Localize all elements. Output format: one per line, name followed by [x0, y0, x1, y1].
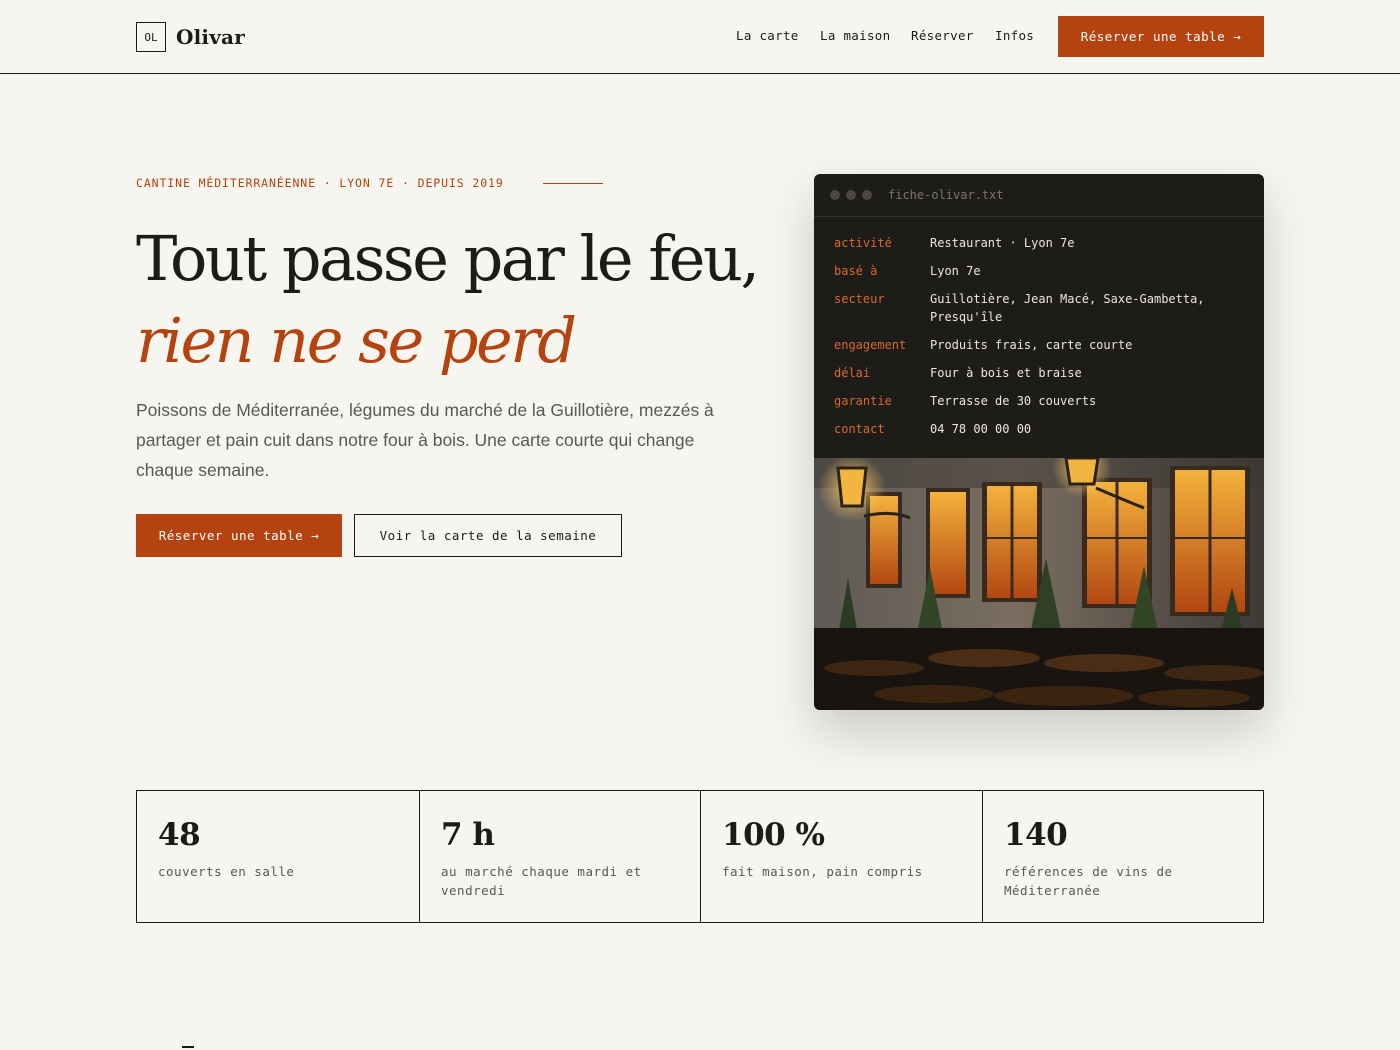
info-value-garantie: Terrasse de 30 couverts	[930, 394, 1097, 408]
stat-label: au marché chaque mardi et vendredi	[441, 864, 642, 898]
restaurant-terrace-photo	[814, 458, 1264, 710]
nav-la-carte[interactable]: La carte	[736, 28, 799, 44]
info-key-garantie: garantie	[834, 394, 892, 408]
nav-reserver[interactable]: Réserver	[911, 28, 974, 44]
stat-label: couverts en salle	[158, 864, 295, 879]
stat-value: 140	[1004, 817, 1068, 853]
stat-label: références de vins de Méditerranée	[1004, 864, 1173, 898]
window-dot-icon	[862, 190, 872, 200]
eyebrow-rule	[543, 183, 603, 184]
site-header: OL Olivar La carte La maison Réserver In…	[0, 0, 1400, 74]
info-value-activite: Restaurant · Lyon 7e	[930, 236, 1075, 250]
window-dot-icon	[846, 190, 856, 200]
info-key-contact: contact	[834, 422, 885, 436]
stat-value: 100 %	[722, 817, 825, 853]
info-value-contact: 04 78 00 00 00	[930, 422, 1032, 436]
info-key-engagement: engagement	[834, 338, 907, 352]
logo-mark[interactable]: OL	[136, 22, 166, 52]
card-filename: fiche-olivar.txt	[888, 188, 1004, 202]
window-dot-icon	[830, 190, 840, 200]
view-menu-button[interactable]: Voir la carte de la semaine	[354, 514, 622, 557]
info-key-secteur: secteur	[834, 292, 885, 306]
restaurant-info-card: fiche-olivar.txt activité Restaurant · L…	[814, 174, 1264, 710]
hero-headline: Tout passe par le feu, rien ne se perd	[136, 218, 776, 382]
info-value-delai: Four à bois et braise	[930, 366, 1082, 380]
card-titlebar: fiche-olivar.txt	[814, 174, 1264, 217]
stat-label: fait maison, pain compris	[722, 864, 923, 879]
stat-value: 48	[158, 817, 201, 853]
info-value-secteur: Guillotière, Jean Macé, Saxe-Gambetta, P…	[930, 292, 1205, 324]
headline-accent: rien ne se perd	[136, 304, 577, 377]
stat-wines: 140 références de vins de Méditerranée	[982, 791, 1263, 922]
info-key-activite: activité	[834, 236, 892, 250]
nav-infos[interactable]: Infos	[995, 28, 1034, 44]
next-section-rule	[182, 1046, 194, 1048]
headline-main: Tout passe par le feu,	[136, 222, 760, 295]
stat-covers: 48 couverts en salle	[137, 791, 419, 922]
logo-name[interactable]: Olivar	[176, 22, 245, 52]
reserve-table-button[interactable]: Réserver une table →	[136, 514, 342, 557]
stat-homemade: 100 % fait maison, pain compris	[700, 791, 982, 922]
hero-description: Poissons de Méditerranée, légumes du mar…	[136, 400, 714, 480]
stat-value: 7 h	[441, 817, 495, 853]
nav-la-maison[interactable]: La maison	[820, 28, 890, 44]
stat-market: 7 h au marché chaque mardi et vendredi	[419, 791, 700, 922]
hero-eyebrow: CANTINE MÉDITERRANÉENNE · LYON 7E · DEPU…	[136, 176, 504, 190]
info-key-base: basé à	[834, 264, 878, 278]
info-key-delai: délai	[834, 366, 871, 380]
header-reserve-button[interactable]: Réserver une table →	[1058, 16, 1264, 57]
info-value-base: Lyon 7e	[930, 264, 981, 278]
info-value-engagement: Produits frais, carte courte	[930, 338, 1133, 352]
stats-strip: 48 couverts en salle 7 h au marché chaqu…	[136, 790, 1264, 923]
